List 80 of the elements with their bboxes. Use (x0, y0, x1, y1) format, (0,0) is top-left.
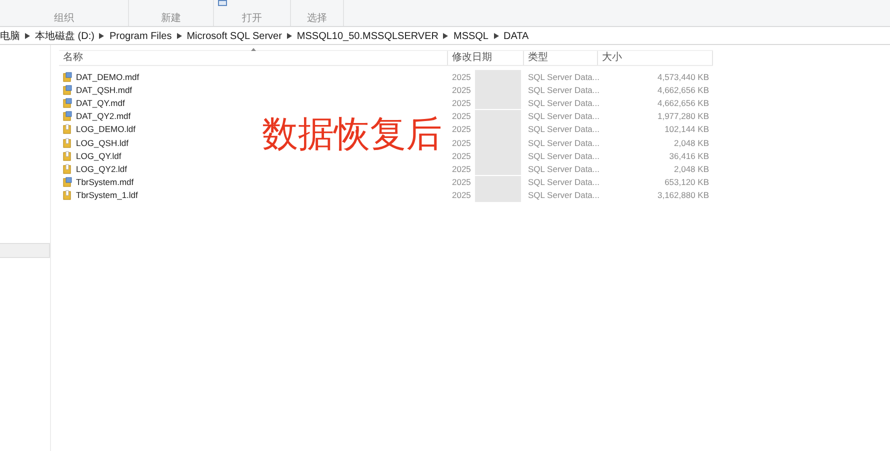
database-file-icon (63, 98, 72, 108)
size-cell: 653,120 KB (664, 177, 709, 188)
group-label: 组织 (54, 13, 74, 24)
size-cell: 4,573,440 KB (657, 72, 709, 82)
redaction-block (474, 70, 521, 84)
column-header[interactable]: 修改日期 (448, 51, 524, 65)
file-name[interactable]: TbrSystem.mdf (76, 177, 134, 188)
database-file-icon (63, 177, 72, 188)
size-cell: 4,662,656 KB (657, 84, 709, 95)
type-cell: SQL Server Data... (528, 98, 600, 108)
date-cell: 2025 (452, 164, 471, 174)
column-header[interactable]: 名称 (59, 51, 448, 65)
file-name[interactable]: TbrSystem_1.ldf (76, 190, 138, 200)
column-header[interactable]: 类型 (524, 51, 598, 65)
breadcrumb-item[interactable]: MSSQL (453, 30, 488, 42)
size-cell: 36,416 KB (669, 150, 709, 161)
file-name[interactable]: LOG_QY.ldf (76, 150, 122, 161)
file-name[interactable]: LOG_DEMO.ldf (76, 124, 136, 134)
date-cell: 2025 (452, 150, 471, 161)
type-cell: SQL Server Data... (528, 190, 600, 200)
log-file-icon (63, 164, 72, 174)
file-name[interactable]: DAT_QY2.mdf (76, 111, 131, 122)
size-cell: 2,048 KB (674, 164, 709, 174)
file-name[interactable]: LOG_QY2.ldf (76, 164, 128, 174)
date-cell: 2025 (452, 111, 471, 122)
breadcrumb-item[interactable]: DATA (504, 30, 529, 42)
database-file-icon (63, 72, 72, 82)
size-cell: 4,662,656 KB (657, 98, 709, 108)
date-cell: 2025 (452, 190, 471, 200)
size-cell: 3,162,880 KB (657, 190, 709, 200)
breadcrumb-item[interactable]: 本地磁盘 (D:) (35, 29, 94, 43)
redaction-block (474, 110, 521, 123)
breadcrumb-item[interactable]: Microsoft SQL Server (186, 30, 282, 42)
group-label: 选择 (307, 13, 327, 24)
redaction-block (474, 176, 521, 189)
window-icon[interactable] (218, 0, 227, 6)
type-cell: SQL Server Data... (528, 124, 600, 134)
group-label: 打开 (242, 13, 262, 24)
type-cell: SQL Server Data... (528, 138, 600, 148)
redaction-block (474, 162, 521, 176)
column-header[interactable]: 大小 (598, 51, 713, 65)
log-file-icon (63, 124, 72, 134)
size-cell: 2,048 KB (674, 138, 709, 148)
date-cell: 2025 (452, 177, 471, 188)
database-file-icon (63, 111, 72, 122)
chevron-icon (443, 33, 448, 39)
address-bar[interactable]: 电脑 本地磁盘 (D:) Program Files Microsoft SQL Server MSSQL10_50.MSSQLSERVER MSSQL DATA (0, 28, 890, 45)
log-file-icon (63, 138, 72, 148)
breadcrumb-item[interactable]: MSSQL10_50.MSSQLSERVER (296, 30, 438, 42)
type-cell: SQL Server Data... (528, 72, 600, 82)
type-cell: SQL Server Data... (528, 111, 600, 122)
date-cell: 2025 (452, 138, 471, 148)
redaction-block (474, 188, 521, 202)
type-cell: SQL Server Data... (528, 164, 600, 174)
breadcrumb-item[interactable]: 电脑 (0, 29, 20, 43)
date-cell: 2025 (452, 84, 471, 95)
chevron-icon (99, 33, 104, 39)
size-cell: 102,144 KB (664, 124, 709, 134)
log-file-icon (63, 150, 72, 161)
redaction-block (474, 96, 521, 110)
file-name[interactable]: DAT_QY.mdf (76, 98, 125, 108)
date-cell: 2025 (452, 72, 471, 82)
database-file-icon (63, 84, 72, 95)
type-cell: SQL Server Data... (528, 150, 600, 161)
sort-arrow-icon (251, 48, 256, 51)
type-cell: SQL Server Data... (528, 177, 600, 188)
chevron-icon (25, 33, 30, 39)
chevron-icon (286, 33, 292, 39)
group-label: 新建 (161, 13, 181, 24)
chevron-icon (494, 33, 498, 39)
breadcrumb-item[interactable]: Program Files (109, 30, 172, 42)
file-name[interactable]: DAT_QSH.mdf (76, 84, 132, 95)
date-cell: 2025 (452, 98, 471, 108)
chevron-icon (176, 33, 182, 39)
size-cell: 1,977,280 KB (657, 111, 709, 122)
log-file-icon (63, 190, 72, 200)
file-name[interactable]: DAT_DEMO.mdf (76, 72, 140, 82)
file-name[interactable]: LOG_QSH.ldf (76, 138, 128, 148)
date-cell: 2025 (452, 124, 471, 134)
type-cell: SQL Server Data... (528, 84, 600, 95)
